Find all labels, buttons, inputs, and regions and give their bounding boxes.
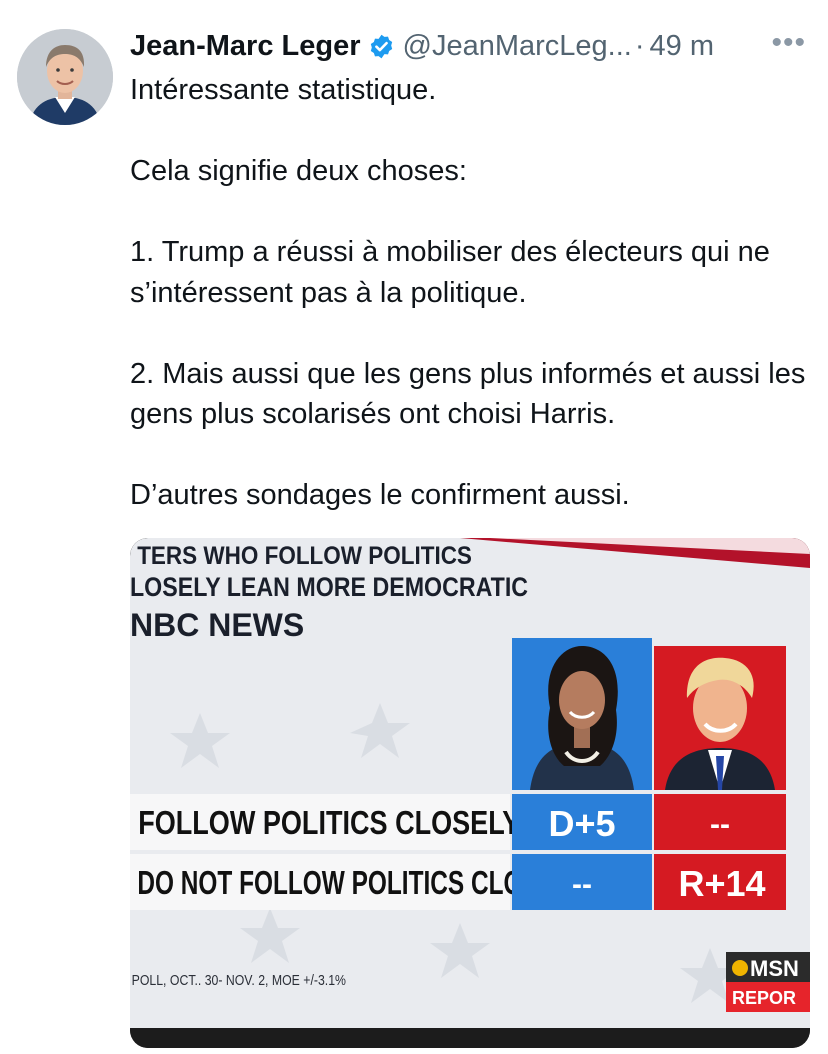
separator-dot: · bbox=[634, 29, 645, 62]
row-do-not-follow: DO NOT FOLLOW POLITICS CLOSELY -- R+14 bbox=[130, 854, 786, 910]
tweet-paragraph: Cela signifie deux choses: bbox=[130, 155, 467, 187]
row-label: FOLLOW POLITICS CLOSELY bbox=[138, 806, 520, 842]
avatar[interactable] bbox=[17, 29, 113, 125]
republican-value: -- bbox=[710, 808, 730, 841]
tweet-paragraph: D’autres sondages le confirment aussi. bbox=[130, 479, 630, 511]
tweet-paragraph: 2. Mais aussi que les gens plus informés… bbox=[130, 357, 806, 431]
author-name[interactable]: Jean-Marc Leger bbox=[130, 30, 361, 63]
verified-badge-icon bbox=[368, 33, 395, 60]
democrat-value: -- bbox=[572, 868, 592, 901]
democrat-value: D+5 bbox=[548, 803, 615, 844]
author-handle[interactable]: @JeanMarcLeg... bbox=[403, 30, 632, 63]
corner-logo-line1: MSN bbox=[750, 956, 799, 981]
msnbc-logo: MSN REPOR bbox=[726, 952, 810, 1012]
tweet[interactable]: Jean-Marc Leger @JeanMarcLeg... · 49 m •… bbox=[0, 0, 828, 1054]
tweet-header: Jean-Marc Leger @JeanMarcLeg... · 49 m •… bbox=[130, 24, 810, 68]
row-follow-closely: FOLLOW POLITICS CLOSELY D+5 -- bbox=[130, 794, 786, 850]
tweet-text: Intéressante statistique. Cela signifie … bbox=[130, 70, 810, 516]
tweet-paragraph: 1. Trump a réussi à mobiliser des électe… bbox=[130, 236, 770, 309]
avatar-image bbox=[17, 29, 113, 125]
graphic-headline-line2: LOSELY LEAN MORE DEMOCRATIC bbox=[130, 572, 528, 602]
tweet-timestamp[interactable]: 49 m bbox=[650, 30, 714, 63]
network-logo: NBC NEWS bbox=[130, 607, 304, 643]
corner-logo-line2: REPOR bbox=[732, 988, 796, 1008]
graphic-headline-line1: TERS WHO FOLLOW POLITICS bbox=[137, 542, 472, 570]
tweet-media-image[interactable]: TERS WHO FOLLOW POLITICS LOSELY LEAN MOR… bbox=[130, 538, 810, 1048]
tweet-paragraph: Intéressante statistique. bbox=[130, 74, 437, 106]
more-options-icon[interactable]: ••• bbox=[771, 26, 806, 60]
republican-value: R+14 bbox=[678, 863, 765, 904]
poll-footer: POLL, OCT.. 30- NOV. 2, MOE +/-3.1% bbox=[132, 972, 346, 988]
